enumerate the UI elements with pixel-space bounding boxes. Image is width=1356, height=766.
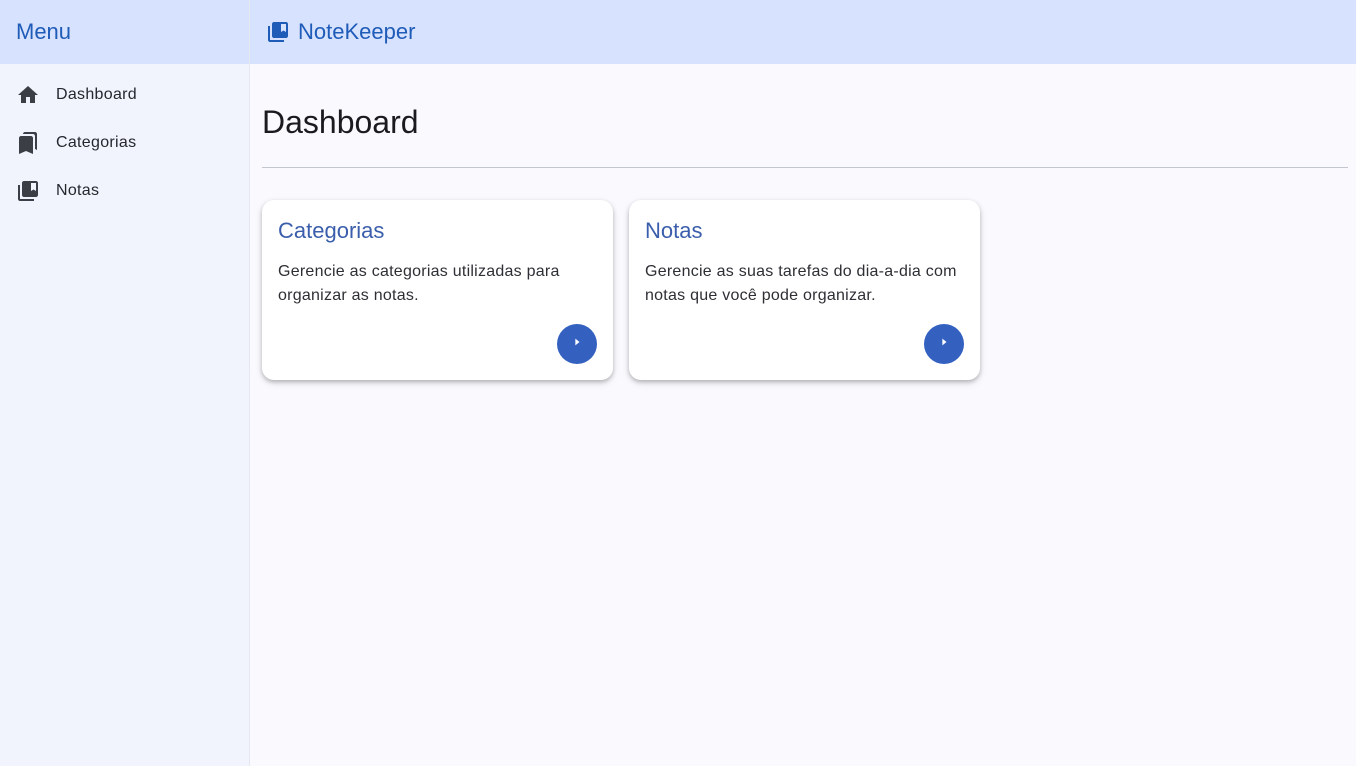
sidebar-item-notas[interactable]: Notas: [0, 167, 249, 215]
sidebar-item-categorias[interactable]: Categorias: [0, 119, 249, 167]
sidebar-item-dashboard[interactable]: Dashboard: [0, 71, 249, 119]
card-title: Notas: [645, 218, 703, 243]
divider: [262, 167, 1348, 168]
sidebar-item-label: Notas: [56, 182, 100, 199]
open-notas-button[interactable]: [924, 324, 964, 364]
play-arrow-icon: [567, 332, 587, 357]
sidebar-nav: Dashboard Categorias Notas: [0, 64, 249, 215]
card-notas: Notas Gerencie as suas tarefas do dia-a-…: [629, 200, 980, 380]
home-icon: [16, 83, 40, 107]
main-content: Dashboard Categorias Gerencie as categor…: [262, 64, 1348, 380]
sidebar-header: Menu: [0, 0, 249, 64]
card-title: Categorias: [278, 218, 385, 243]
library-books-icon: [266, 20, 290, 44]
card-list: Categorias Gerencie as categorias utiliz…: [262, 200, 1348, 380]
sidebar-item-label: Dashboard: [56, 86, 137, 103]
sidebar: Menu Dashboard Categorias Notas: [0, 0, 250, 766]
play-arrow-icon: [934, 332, 954, 357]
open-categorias-button[interactable]: [557, 324, 597, 364]
card-description: Gerencie as categorias utilizadas para o…: [278, 263, 560, 304]
page-title: Dashboard: [262, 104, 419, 140]
app-title: NoteKeeper: [298, 19, 416, 44]
sidebar-title: Menu: [16, 19, 72, 44]
top-app-bar: NoteKeeper: [250, 0, 1356, 64]
card-categorias: Categorias Gerencie as categorias utiliz…: [262, 200, 613, 380]
card-description: Gerencie as suas tarefas do dia-a-dia co…: [645, 263, 957, 304]
sidebar-item-label: Categorias: [56, 134, 137, 151]
library-books-icon: [16, 179, 40, 203]
bookmarks-icon: [16, 131, 40, 155]
